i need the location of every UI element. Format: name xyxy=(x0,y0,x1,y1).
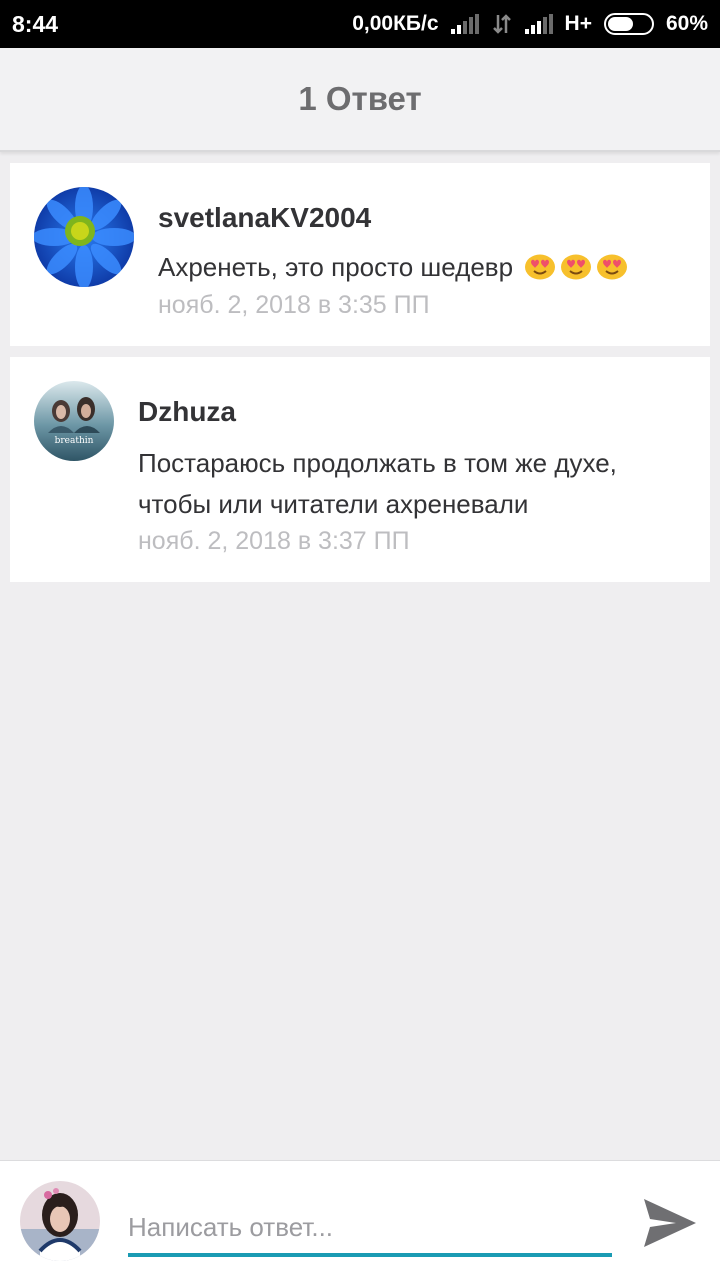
battery-icon xyxy=(603,13,654,35)
network-speed: 0,00КБ/с xyxy=(352,12,439,35)
heart-eyes-emoji-icon xyxy=(525,254,556,280)
battery-percent: 60% xyxy=(665,12,708,35)
comment-timestamp: нояб. 2, 2018 в 3:35 ПП xyxy=(158,291,430,319)
status-time: 8:44 xyxy=(12,11,59,37)
comment-text-line: Постараюсь продолжать в том же духе, xyxy=(138,448,617,478)
send-icon[interactable] xyxy=(640,1193,700,1253)
signal-icon-2 xyxy=(524,14,553,34)
comment-timestamp: нояб. 2, 2018 в 3:37 ПП xyxy=(138,527,410,555)
user-avatar[interactable] xyxy=(20,1181,100,1261)
avatar[interactable]: breathin xyxy=(34,381,114,461)
book-cover-avatar-image: breathin xyxy=(34,381,114,461)
page-title: 1 Ответ xyxy=(298,80,422,117)
comment-text-line: чтобы или читатели ахреневали xyxy=(138,489,529,519)
comment-author[interactable]: svetlanaKV2004 xyxy=(158,202,371,234)
flower-avatar-image xyxy=(34,187,134,287)
comment-card: breathin Dzhuza Постараюсь продолжать в … xyxy=(10,357,710,582)
avatar[interactable] xyxy=(34,187,134,287)
comment-author[interactable]: Dzhuza xyxy=(138,396,236,428)
avatar-text: breathin xyxy=(55,436,94,446)
status-bar: 8:44 0,00КБ/с H+ 60% xyxy=(0,0,720,48)
comment-text: Постараюсь продолжать в том же духе, что… xyxy=(138,443,617,525)
reply-bar xyxy=(0,1160,720,1280)
comment-text: Ахренеть, это просто шедевр xyxy=(158,247,628,288)
status-indicators: 0,00КБ/с H+ 60% xyxy=(352,0,708,48)
signal-icon xyxy=(450,14,479,34)
data-transfer-icon xyxy=(492,14,511,34)
app-header: 1 Ответ xyxy=(0,48,720,152)
heart-eyes-emoji-icon xyxy=(597,254,628,280)
reply-input[interactable] xyxy=(128,1201,612,1257)
network-type: H+ xyxy=(564,12,592,35)
comment-card: svetlanaKV2004 Ахренеть, это просто шеде… xyxy=(10,163,710,346)
comment-text-content: Ахренеть, это просто шедевр xyxy=(158,252,514,282)
user-photo-image xyxy=(20,1181,100,1261)
heart-eyes-emoji-icon xyxy=(561,254,592,280)
